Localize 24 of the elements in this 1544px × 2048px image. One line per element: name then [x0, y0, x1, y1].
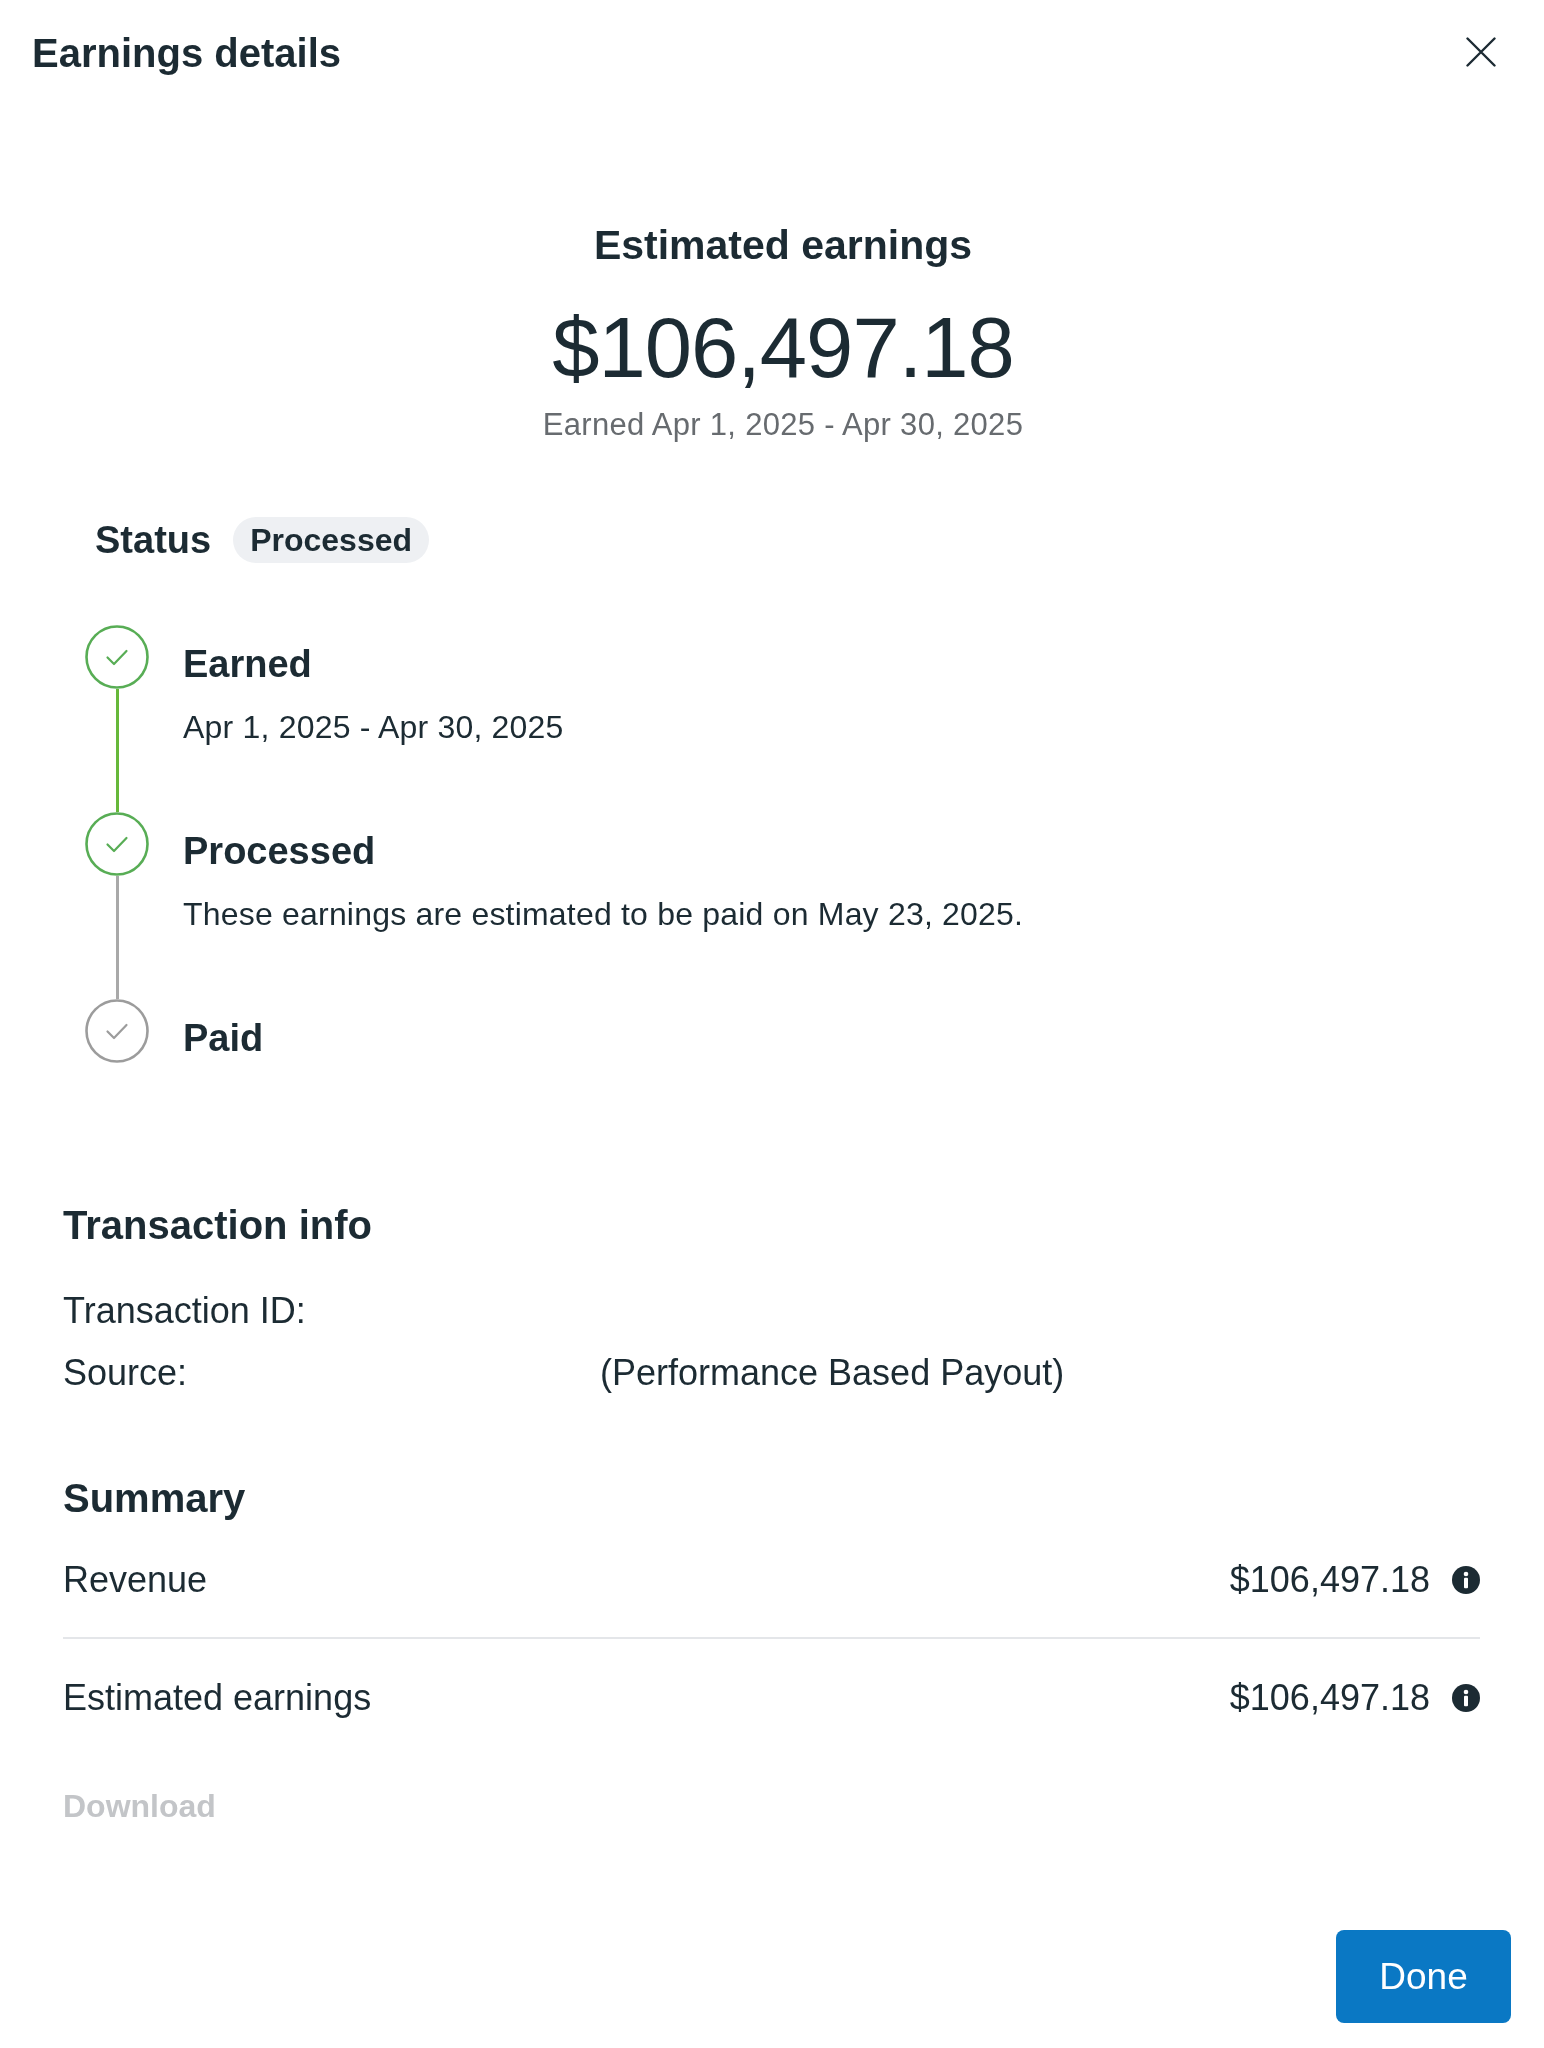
- status-badge: Processed: [233, 517, 429, 563]
- earnings-amount: $106,497.18: [552, 299, 1014, 397]
- dialog-title: Earnings details: [32, 30, 341, 77]
- info-label: Transaction ID:: [63, 1289, 306, 1333]
- summary-label: Estimated earnings: [63, 1676, 372, 1720]
- done-button[interactable]: Done: [1336, 1930, 1511, 2023]
- status-label: Status: [95, 518, 212, 563]
- summary-value: $106,497.18: [1229, 1558, 1430, 1602]
- summary-label: Revenue: [63, 1558, 208, 1602]
- step-title: Earned: [183, 642, 312, 687]
- step-detail: These earnings are estimated to be paid on May 23, 2025.: [183, 895, 1024, 934]
- info-label: Source:: [63, 1351, 188, 1395]
- close-icon[interactable]: [1466, 37, 1496, 67]
- info-icon[interactable]: [1452, 1566, 1480, 1594]
- step-title: Processed: [183, 829, 376, 874]
- earnings-period: Earned Apr 1, 2025 - Apr 30, 2025: [542, 406, 1024, 444]
- earnings-label: Estimated earnings: [593, 221, 973, 269]
- step-title: Paid: [183, 1016, 264, 1061]
- info-icon[interactable]: [1452, 1684, 1480, 1712]
- info-value: (Performance Based Payout): [600, 1351, 1065, 1395]
- section-title: Transaction info: [63, 1202, 372, 1249]
- step-detail: Apr 1, 2025 - Apr 30, 2025: [183, 708, 564, 747]
- section-title: Summary: [63, 1475, 246, 1522]
- summary-value: $106,497.18: [1229, 1676, 1430, 1720]
